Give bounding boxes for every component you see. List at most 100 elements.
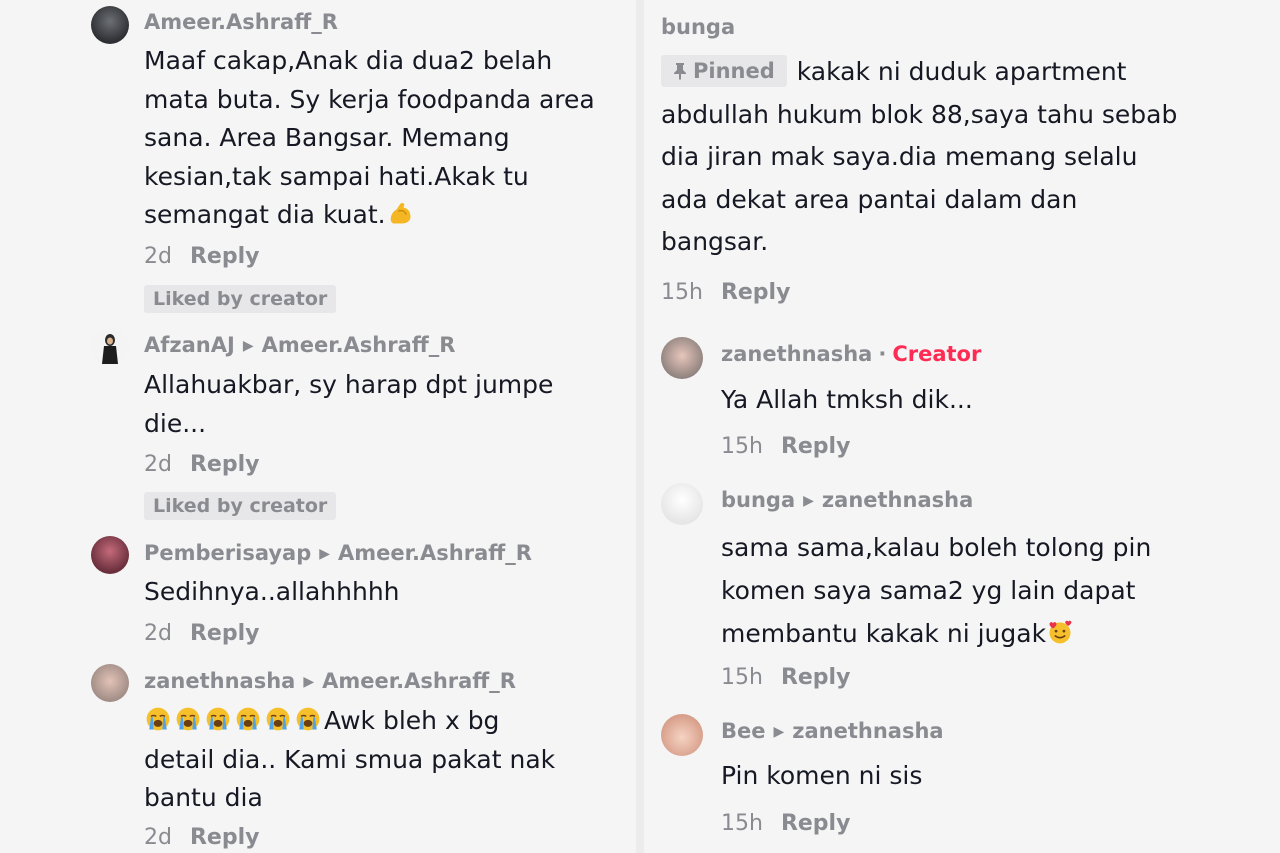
smiling-face-with-hearts-icon [1049,620,1072,644]
panel-divider [636,0,644,853]
loudly-crying-face-icon [266,707,290,731]
comment-meta: 2d Reply [144,244,259,269]
comment-line: kesian,tak sampai hati.Akak tu [144,161,529,191]
comment-meta: 15h Reply [721,434,850,459]
comment-meta: 2d Reply [144,452,259,477]
comment-line: Ya Allah tmksh dik... [721,385,973,414]
reply-arrow-icon: ▶ [242,338,254,354]
username-text[interactable]: AfzanAJ [144,333,235,357]
comment-text: Maaf cakap,Anak dia dua2 belah mata buta… [144,42,595,235]
reply-button[interactable]: Reply [721,280,791,305]
reply-button[interactable]: Reply [781,811,851,836]
liked-by-creator-badge: Liked by creator [144,285,337,313]
reply-button[interactable]: Reply [190,244,260,269]
username-text[interactable]: Bee [721,719,766,743]
reply-button[interactable]: Reply [190,825,260,850]
comment-line: Awk bleh x bg [324,706,500,735]
reply-arrow-icon: ▶ [773,724,785,740]
reply-button[interactable]: Reply [190,452,260,477]
comment-text: Ya Allah tmksh dik... [721,381,973,420]
comment-text: Sedihnya..allahhhhh [144,573,400,612]
comment-line: mata buta. Sy kerja foodpanda area [144,84,595,114]
username-text[interactable]: zanethnasha [721,342,872,366]
comment-line: membantu kakak ni jugak [721,619,1047,648]
comment-line: detail dia.. Kami smua pakat nak [144,744,556,774]
loudly-crying-face-icon [146,707,170,731]
user-avatar[interactable] [91,328,129,366]
comment-timestamp: 2d [144,621,172,646]
comment-text: Pin komen ni sis [721,757,922,796]
username-text[interactable]: bunga [661,15,735,39]
reply-to-username[interactable]: Ameer.Ashraff_R [322,669,516,693]
reply-to-username[interactable]: Ameer.Ashraff_R [262,333,456,357]
comment-line: dia jiran mak saya.dia memang selalu [661,142,1138,171]
comment-username[interactable]: Bee ▶ zanethnasha [721,719,944,743]
comment-line: ada dekat area pantai dalam dan [661,184,1078,214]
comment-timestamp: 15h [721,811,763,836]
comment-line: Sedihnya..allahhhhh [144,577,400,606]
loudly-crying-face-icon [206,707,230,731]
reply-to-username[interactable]: zanethnasha [792,719,943,743]
comment-line: Pin komen ni sis [721,761,923,790]
user-avatar[interactable] [91,664,129,702]
comment-username[interactable]: bunga ▶ zanethnasha [721,488,973,512]
creator-badge: Creator [892,342,982,366]
comment-text: sama sama,kalau boleh tolong pin komen s… [721,526,1151,655]
loudly-crying-face-icons [144,706,324,735]
user-avatar[interactable] [661,714,703,756]
reply-to-username[interactable]: zanethnasha [822,488,973,512]
comment-username[interactable]: bunga [661,15,735,39]
comment-line: kakak ni duduk apartment [796,57,1127,86]
liked-by-creator-badge: Liked by creator [144,492,337,520]
loudly-crying-face-icon [296,707,320,731]
comment-line: bangsar. [661,227,769,256]
comment-timestamp: 15h [721,434,763,459]
username-text[interactable]: bunga [721,488,795,512]
reply-button[interactable]: Reply [781,434,851,459]
loudly-crying-face-icon [176,707,200,731]
pin-icon [674,63,686,80]
reply-button[interactable]: Reply [190,621,260,646]
reply-arrow-icon: ▶ [303,674,315,690]
comment-timestamp: 15h [661,280,703,305]
comment-meta: 15h Reply [661,280,790,305]
left-comment-panel: Ameer.Ashraff_R Maaf cakap,Anak dia dua2… [0,0,636,853]
comment-text: Allahuakbar, sy harap dpt jumpe die... [144,366,553,443]
comment-meta: 15h Reply [721,811,850,836]
pinned-badge: Pinned [661,55,787,87]
comment-line: Maaf cakap,Anak dia dua2 belah [144,46,553,75]
comment-username[interactable]: Ameer.Ashraff_R [144,10,338,34]
comment-username[interactable]: AfzanAJ ▶ Ameer.Ashraff_R [144,333,455,357]
comment-line: bantu dia [144,783,263,812]
user-avatar[interactable] [91,6,129,44]
comment-line: abdullah hukum blok 88,saya tahu sebab [661,99,1178,129]
comment-timestamp: 2d [144,452,172,477]
comment-timestamp: 2d [144,244,172,269]
username-text[interactable]: zanethnasha [144,669,295,693]
comment-username[interactable]: Pemberisayap ▶ Ameer.Ashraff_R [144,541,532,565]
flexed-biceps-icon [390,202,411,224]
comment-meta: 15h Reply [721,665,850,690]
comment-line: Allahuakbar, sy harap dpt jumpe [144,370,554,399]
pinned-label: Pinned [693,59,775,83]
username-text[interactable]: Ameer.Ashraff_R [144,10,338,34]
comment-meta: 2d Reply [144,621,259,646]
reply-to-username[interactable]: Ameer.Ashraff_R [338,541,532,565]
comment-timestamp: 2d [144,825,172,850]
comment-meta: 2d Reply [144,825,259,850]
comment-username[interactable]: zanethnasha · Creator [721,342,981,366]
reply-arrow-icon: ▶ [803,493,814,509]
user-avatar[interactable] [661,337,703,379]
comment-text: Awk bleh x bg detail dia.. Kami smua pak… [144,702,555,818]
comment-line: sana. Area Bangsar. Memang [144,123,510,152]
comment-timestamp: 15h [721,665,763,690]
comment-username[interactable]: zanethnasha ▶ Ameer.Ashraff_R [144,669,516,693]
comment-line: die... [144,408,207,438]
comment-line: komen saya sama2 yg lain dapat [721,576,1136,605]
comment-line: semangat dia kuat. [144,200,386,229]
right-comment-panel: bunga Pinned kakak ni duduk apartment abd… [644,0,1280,853]
username-text[interactable]: Pemberisayap [144,541,311,565]
reply-button[interactable]: Reply [781,665,851,690]
user-avatar[interactable] [661,483,703,525]
user-avatar[interactable] [91,536,129,574]
